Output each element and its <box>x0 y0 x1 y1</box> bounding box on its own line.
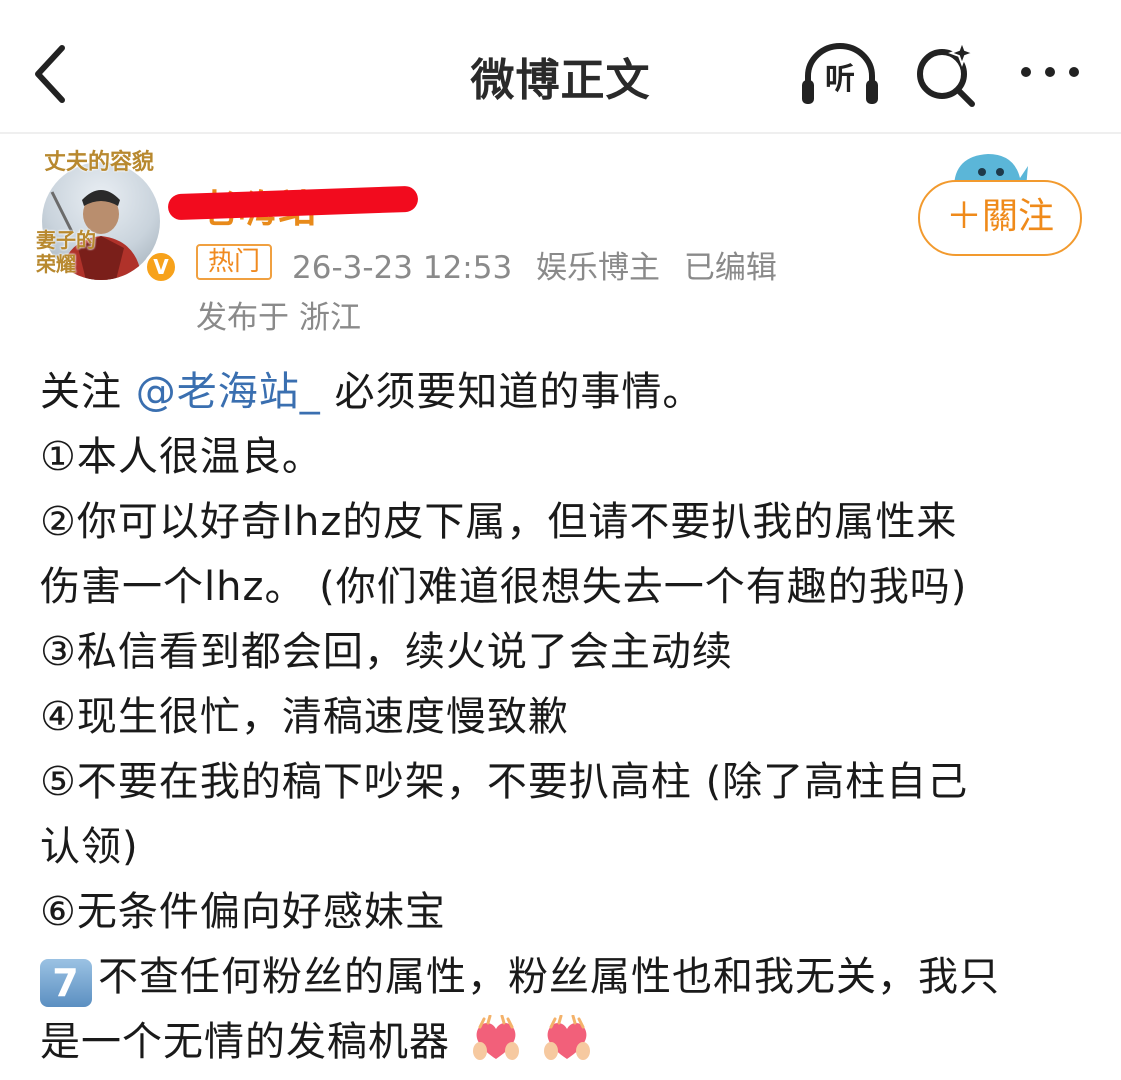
content-line: ④现生很忙，清稿速度慢致歉 <box>40 694 569 740</box>
location-prefix: 发布于 <box>196 300 289 336</box>
content-line: 是一个无情的发稿机器 <box>40 1010 1100 1075</box>
verified-icon: V <box>144 250 178 284</box>
content-line: ⑥无条件偏向好感妹宝 <box>40 889 446 935</box>
avatar-frame-text-top: 丈夫的容貌 <box>44 149 155 175</box>
author-name[interactable]: 老嗨站 <box>167 176 419 231</box>
heart-hands-icon <box>472 1015 519 1060</box>
avatar-frame-text-bottom: 妻子的荣耀 <box>36 228 96 276</box>
mention-link[interactable]: @老海站_ <box>136 369 321 415</box>
post-time: 26-3-23 12:53 <box>292 250 513 286</box>
avatar[interactable]: 丈夫的容貌 妻子的荣耀 V <box>32 142 178 292</box>
location-value: 浙江 <box>299 300 361 336</box>
top-nav-bar: 微博正文 听 <box>0 0 1121 134</box>
hot-tag-badge[interactable]: 热门 <box>196 244 272 280</box>
content-line: 认领) <box>40 824 139 870</box>
content-text: 关注 <box>40 369 122 415</box>
post-content: 关注 @老海站_ 必须要知道的事情。 ①本人很温良。 ②你可以好奇lhz的皮下属… <box>40 360 1100 1075</box>
content-line: ⑤不要在我的稿下吵架，不要扒高柱 (除了高柱自己 <box>40 759 969 805</box>
author-category: 娱乐博主 <box>536 250 661 286</box>
keycap-number-icon: 7 <box>40 959 92 1007</box>
search-sparkle-icon[interactable] <box>910 38 982 110</box>
follow-button[interactable]: ＋關注 <box>918 180 1082 256</box>
content-text: 是一个无情的发稿机器 <box>40 1019 450 1065</box>
edited-label[interactable]: 已编辑 <box>684 250 777 286</box>
listen-button[interactable]: 听 <box>798 40 882 108</box>
content-text: 不查任何粉丝的属性，粉丝属性也和我无关，我只 <box>98 954 1000 1000</box>
post-location: 发布于 浙江 <box>196 292 361 337</box>
content-line: 关注 @老海站_ 必须要知道的事情。 <box>40 360 1100 425</box>
more-icon[interactable] <box>1010 48 1090 98</box>
heart-hands-icon <box>544 1015 591 1060</box>
content-line: 7 不查任何粉丝的属性，粉丝属性也和我无关，我只 <box>40 945 1100 1010</box>
content-line: 伤害一个lhz。 (你们难道很想失去一个有趣的我吗) <box>40 564 968 610</box>
content-line: ②你可以好奇lhz的皮下属，但请不要扒我的属性来 <box>40 499 958 545</box>
listen-label: 听 <box>825 62 855 97</box>
post-meta: 26-3-23 12:53 娱乐博主 已编辑 <box>292 242 791 287</box>
content-line: ③私信看到都会回，续火说了会主动续 <box>40 629 733 675</box>
content-text: 必须要知道的事情。 <box>334 369 704 415</box>
content-line: ①本人很温良。 <box>40 434 323 480</box>
